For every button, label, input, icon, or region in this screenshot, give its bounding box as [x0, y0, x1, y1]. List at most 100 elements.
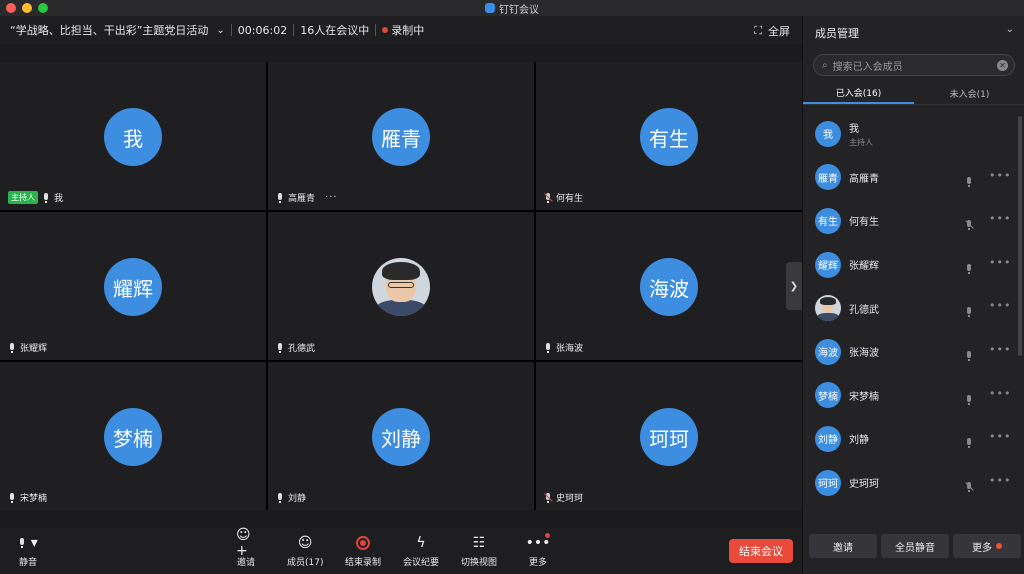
- mute-all-button[interactable]: 全员静音: [881, 534, 949, 558]
- microphone-icon: [276, 342, 284, 353]
- fullscreen-button[interactable]: ⛶ 全屏: [754, 23, 790, 39]
- more-button[interactable]: 更多: [953, 534, 1021, 558]
- member-list: 我 我 主持人 雁青 高雁青 ••• 有生 何有生 ••• 耀辉 张耀辉 •••: [803, 112, 1024, 504]
- divider: [293, 24, 295, 36]
- clear-icon[interactable]: ✕: [997, 60, 1008, 71]
- chevron-down-icon[interactable]: ⌄: [1006, 24, 1014, 35]
- video-tile[interactable]: 梦楠 宋梦楠: [0, 362, 266, 510]
- maximize-window-button[interactable]: [38, 3, 48, 13]
- tab-joined[interactable]: 已入会(16): [803, 82, 914, 104]
- tile-namebar: 孔德武: [276, 341, 315, 354]
- list-item[interactable]: 我 我 主持人: [803, 112, 1024, 156]
- microphone-icon[interactable]: [965, 433, 973, 452]
- tile-name: 张耀辉: [20, 344, 48, 354]
- avatar: 雁青: [372, 108, 430, 166]
- end-recording-label: 结束录制: [345, 558, 382, 568]
- fullscreen-icon: ⛶: [754, 24, 762, 37]
- video-tile[interactable]: 海波 张海波: [536, 212, 802, 360]
- lightning-icon: ϟ: [416, 535, 426, 551]
- more-options-icon[interactable]: •••: [989, 474, 1011, 487]
- tile-namebar: 张海波: [544, 341, 583, 354]
- notification-dot: [996, 543, 1002, 549]
- more-options-icon[interactable]: •••: [989, 430, 1011, 443]
- tile-namebar: 张耀辉: [8, 341, 47, 354]
- avatar: 雁青: [815, 164, 841, 191]
- member-panel: 成员管理 ⌄ ⌕ 搜索已入会成员 ✕ 已入会(16) 未入会(1) 我 我 主持…: [802, 16, 1024, 574]
- list-item[interactable]: 刘静 刘静 •••: [803, 417, 1024, 461]
- video-tile[interactable]: 孔德武: [268, 212, 534, 360]
- video-tile[interactable]: 雁青 高雁青 ···: [268, 62, 534, 210]
- avatar: 刘静: [815, 425, 841, 452]
- microphone-icon[interactable]: [965, 346, 973, 365]
- microphone-icon[interactable]: [965, 302, 973, 321]
- invite-label: 邀请: [833, 542, 853, 554]
- more-options-icon[interactable]: ···: [325, 192, 338, 203]
- switch-view-label: 切换视图: [461, 558, 498, 568]
- end-recording-button[interactable]: 结束录制: [345, 534, 381, 568]
- member-name: 宋梦楠: [849, 391, 879, 403]
- more-icon: •••: [525, 533, 551, 551]
- microphone-muted-icon[interactable]: [965, 477, 974, 496]
- scrollbar[interactable]: [1018, 116, 1022, 356]
- avatar: 梦楠: [104, 408, 162, 466]
- tile-name: 宋梦楠: [20, 494, 48, 504]
- chevron-right-icon[interactable]: ❯: [786, 262, 802, 310]
- mute-button[interactable]: ▾ 静音: [18, 534, 38, 568]
- avatar-photo: [372, 258, 430, 316]
- list-item[interactable]: 海波 张海波 •••: [803, 330, 1024, 374]
- tile-namebar: 何有生: [544, 191, 583, 204]
- invite-button[interactable]: ☺︎+ 邀请: [236, 527, 256, 568]
- close-window-button[interactable]: [6, 3, 16, 13]
- invite-button[interactable]: 邀请: [809, 534, 877, 558]
- panel-title: 成员管理: [815, 27, 859, 40]
- microphone-muted-icon[interactable]: [965, 215, 974, 234]
- member-name: 张耀辉: [849, 261, 879, 273]
- more-options-icon[interactable]: •••: [989, 256, 1011, 269]
- window-controls: [6, 3, 48, 13]
- list-item[interactable]: 梦楠 宋梦楠 •••: [803, 374, 1024, 418]
- more-options-icon[interactable]: •••: [989, 212, 1011, 225]
- minutes-label: 会议纪要: [403, 558, 440, 568]
- microphone-icon[interactable]: [965, 259, 973, 278]
- more-options-icon[interactable]: •••: [989, 169, 1011, 182]
- list-item[interactable]: 珂珂 史珂珂 •••: [803, 461, 1024, 505]
- bottom-toolbar: ▾ 静音 ☺︎+ 邀请 ☺︎ 成员(17) 结束录制 ϟ 会议纪要 ☷ 切换视图…: [0, 527, 802, 574]
- tile-name: 我: [54, 194, 64, 204]
- video-tile[interactable]: 有生 何有生: [536, 62, 802, 210]
- list-item[interactable]: 雁青 高雁青 •••: [803, 156, 1024, 200]
- microphone-muted-icon: [544, 192, 553, 203]
- recording-status: 录制中: [391, 24, 425, 37]
- video-tile[interactable]: 珂珂 史珂珂: [536, 362, 802, 510]
- minutes-button[interactable]: ϟ 会议纪要: [403, 534, 439, 568]
- list-item[interactable]: 耀辉 张耀辉 •••: [803, 243, 1024, 287]
- more-options-icon[interactable]: •••: [989, 343, 1011, 356]
- microphone-icon[interactable]: [965, 172, 973, 191]
- switch-view-button[interactable]: ☷ 切换视图: [461, 534, 497, 568]
- video-tile[interactable]: 耀辉 张耀辉: [0, 212, 266, 360]
- microphone-icon[interactable]: [965, 390, 973, 409]
- microphone-muted-icon: [544, 492, 553, 503]
- chevron-down-icon[interactable]: ⌄: [216, 25, 224, 36]
- microphone-icon: [276, 192, 284, 203]
- video-tile[interactable]: 我 主持人 我: [0, 62, 266, 210]
- end-meeting-button[interactable]: 结束会议: [729, 539, 793, 563]
- divider: [375, 24, 377, 36]
- notification-dot: [545, 533, 550, 538]
- tab-not-joined[interactable]: 未入会(1): [914, 82, 1024, 104]
- more-options-icon[interactable]: •••: [989, 387, 1011, 400]
- meeting-duration: 00:06:02: [237, 23, 288, 37]
- search-input[interactable]: ⌕ 搜索已入会成员 ✕: [813, 54, 1015, 76]
- participant-count: 16人在会议中: [300, 24, 370, 37]
- minimize-window-button[interactable]: [22, 3, 32, 13]
- video-tile[interactable]: 刘静 刘静: [268, 362, 534, 510]
- list-item[interactable]: 有生 何有生 •••: [803, 199, 1024, 243]
- members-button[interactable]: ☺︎ 成员(17): [287, 534, 323, 568]
- more-button[interactable]: ••• 更多: [525, 533, 551, 568]
- meeting-title[interactable]: “学战略、比担当、干出彩”主题党日活动: [10, 22, 208, 38]
- avatar: 我: [104, 108, 162, 166]
- tile-namebar: 高雁青 ···: [276, 191, 338, 204]
- more-options-icon[interactable]: •••: [989, 299, 1011, 312]
- photo-glasses: [388, 282, 414, 288]
- list-item[interactable]: 孔德武 •••: [803, 286, 1024, 330]
- tile-name: 史珂珂: [556, 494, 584, 504]
